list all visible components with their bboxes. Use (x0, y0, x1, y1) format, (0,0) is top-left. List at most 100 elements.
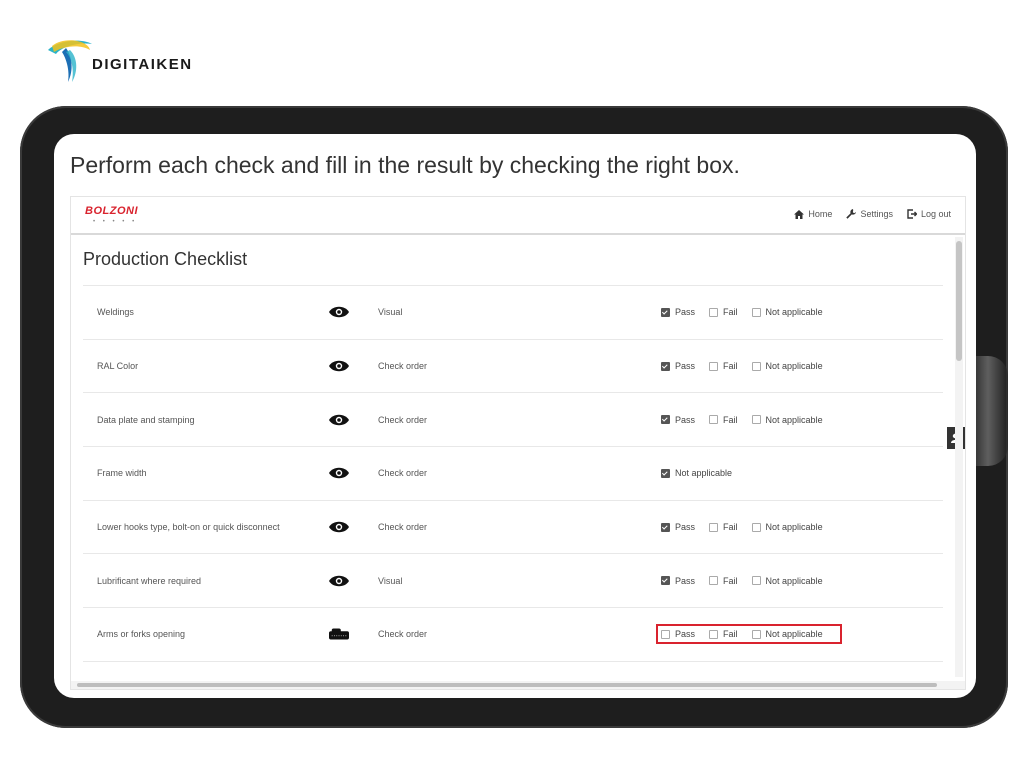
checkbox-pass[interactable] (661, 307, 670, 317)
checkbox-not-applicable[interactable] (751, 361, 761, 371)
checkbox-fail[interactable] (709, 361, 719, 371)
check-method: Visual (378, 307, 403, 318)
table-row: Lubrificant where required Visual Pass Fail… (83, 554, 943, 609)
option-label: Not applicable (675, 468, 733, 479)
option-not-applicable[interactable]: Not applicable (661, 468, 732, 478)
nav-home[interactable]: Home (794, 209, 832, 219)
option-pass[interactable]: Pass (661, 522, 695, 532)
eye-icon (329, 468, 349, 479)
option-label: Fail (723, 414, 738, 425)
checklist-table: Weldings Visual Pass Fail Not applicable RAL … (83, 285, 943, 662)
check-method-icon (329, 305, 349, 319)
option-label: Not applicable (765, 307, 823, 318)
checkbox-pass[interactable] (661, 361, 670, 371)
table-row: Lower hooks type, bolt-on or quick disco… (83, 501, 943, 555)
option-not-applicable[interactable]: Not applicable (751, 575, 823, 586)
option-not-applicable[interactable]: Not applicable (751, 307, 823, 318)
result-options: Pass Fail Not applicable (661, 415, 837, 425)
option-pass[interactable]: Pass (661, 307, 695, 317)
option-fail[interactable]: Fail (709, 522, 738, 532)
check-method-icon (329, 574, 349, 588)
vertical-scrollbar[interactable] (955, 237, 963, 677)
option-label: Pass (675, 361, 696, 372)
option-fail[interactable]: Fail (709, 576, 738, 586)
checkbox-not-applicable[interactable] (751, 629, 761, 639)
table-row: RAL Color Check order Pass Fail Not applicab… (83, 340, 943, 394)
checkbox-fail[interactable] (709, 415, 719, 425)
option-pass[interactable]: Pass (661, 576, 695, 586)
option-label: Not applicable (765, 629, 823, 640)
horizontal-scrollbar[interactable] (71, 681, 965, 689)
checkbox-not-applicable[interactable] (751, 415, 761, 425)
option-label: Pass (675, 522, 696, 533)
option-not-applicable[interactable]: Not applicable (751, 522, 823, 533)
checkbox-pass[interactable] (661, 576, 670, 586)
option-pass[interactable]: Pass (661, 361, 695, 371)
option-fail[interactable]: Fail (709, 629, 738, 639)
page-title: Production Checklist (83, 249, 248, 269)
nav-logout[interactable]: Log out (907, 209, 951, 219)
check-name: Weldings (97, 307, 134, 318)
option-label: Not applicable (765, 575, 823, 586)
table-row: Data plate and stamping Check order Pass Fa… (83, 393, 943, 448)
result-options: Pass Fail Not applicable (661, 361, 837, 371)
tablet-frame: Perform each check and fill in the resul… (20, 106, 1008, 728)
option-label: Not applicable (765, 522, 823, 533)
digitaiken-swirl-icon (48, 40, 92, 82)
bolzoni-logo: BOLZONI (85, 205, 138, 217)
option-label: Fail (723, 307, 738, 318)
table-row: Frame width Check order Not applicable (83, 447, 943, 501)
brand-name: DIGITAIKEN (92, 56, 193, 73)
home-icon (794, 209, 805, 219)
instruction-text: Perform each check and fill in the resul… (70, 152, 740, 178)
checkbox-fail[interactable] (709, 576, 719, 586)
eye-icon (329, 307, 349, 318)
option-fail[interactable]: Fail (709, 415, 738, 425)
logout-icon (907, 209, 917, 219)
option-label: Not applicable (765, 361, 823, 372)
checkbox-fail[interactable] (709, 307, 719, 317)
check-method: Check order (378, 629, 428, 640)
checkbox-not-applicable[interactable] (751, 522, 761, 532)
check-name: Lower hooks type, bolt-on or quick disco… (97, 522, 280, 533)
checkbox-fail[interactable] (709, 522, 719, 532)
checkbox-pass[interactable] (661, 522, 670, 532)
nav-settings-label: Settings (860, 209, 893, 219)
nav-home-label: Home (808, 209, 833, 219)
eye-icon (329, 575, 349, 587)
option-label: Fail (723, 522, 738, 533)
option-pass[interactable]: Pass (661, 415, 695, 425)
checkbox-fail[interactable] (709, 629, 719, 639)
checkbox-pass[interactable] (661, 629, 670, 639)
check-method: Check order (378, 522, 428, 533)
option-fail[interactable]: Fail (709, 361, 738, 371)
eye-icon (329, 360, 349, 372)
check-method: Check order (378, 414, 428, 425)
highlighted-result-options: Pass Fail Not applicable (656, 624, 842, 645)
result-options: Not applicable (661, 468, 746, 478)
eye-icon (329, 521, 349, 533)
tablet-screen: Perform each check and fill in the resul… (54, 134, 976, 698)
checkbox-pass[interactable] (661, 415, 670, 425)
checkbox-not-applicable[interactable] (751, 576, 761, 586)
check-method-icon (329, 359, 349, 373)
option-pass[interactable]: Pass (661, 629, 695, 639)
bolzoni-logo-dots: • • • • • (93, 219, 138, 225)
option-label: Pass (675, 629, 696, 640)
app-window: BOLZONI • • • • • Home Settings Log out (70, 196, 966, 690)
option-not-applicable[interactable]: Not applicable (751, 629, 823, 640)
nav-settings[interactable]: Settings (846, 209, 893, 219)
checkbox-not-applicable[interactable] (661, 468, 670, 478)
option-not-applicable[interactable]: Not applicable (751, 361, 823, 372)
check-name: Frame width (97, 468, 147, 479)
checkbox-not-applicable[interactable] (751, 307, 761, 317)
option-fail[interactable]: Fail (709, 307, 738, 317)
check-method: Check order (378, 361, 428, 372)
option-not-applicable[interactable]: Not applicable (751, 414, 823, 425)
option-label: Not applicable (765, 414, 823, 425)
check-method: Check order (378, 468, 428, 479)
check-method: Visual (378, 575, 403, 586)
vertical-scroll-thumb[interactable] (956, 241, 962, 361)
horizontal-scroll-thumb[interactable] (77, 683, 937, 687)
tape-measure-icon (329, 629, 349, 640)
